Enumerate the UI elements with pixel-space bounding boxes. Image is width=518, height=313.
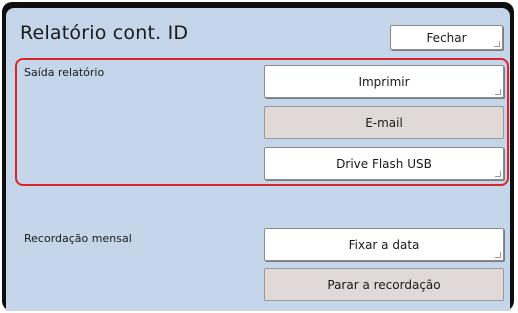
monthly-recording-label: Recordação mensal bbox=[24, 232, 132, 245]
set-date-button-label: Fixar a data bbox=[348, 237, 420, 252]
set-date-button[interactable]: Fixar a data bbox=[264, 228, 504, 261]
usb-flash-drive-button-label: Drive Flash USB bbox=[336, 156, 432, 171]
corner-grip-icon bbox=[495, 89, 501, 95]
report-output-label: Saída relatório bbox=[24, 66, 105, 79]
usb-flash-drive-button[interactable]: Drive Flash USB bbox=[264, 147, 504, 180]
email-button-label: E-mail bbox=[365, 115, 403, 130]
stop-recording-button[interactable]: Parar a recordação bbox=[264, 268, 504, 301]
corner-grip-icon bbox=[494, 41, 500, 47]
close-button[interactable]: Fechar bbox=[390, 25, 503, 50]
corner-grip-icon bbox=[495, 171, 501, 177]
close-button-label: Fechar bbox=[426, 30, 467, 45]
stop-recording-button-label: Parar a recordação bbox=[327, 277, 441, 292]
corner-grip-icon bbox=[495, 252, 501, 258]
page-title: Relatório cont. ID bbox=[20, 22, 189, 44]
email-button[interactable]: E-mail bbox=[264, 106, 504, 139]
print-button-label: Imprimir bbox=[358, 74, 410, 89]
print-button[interactable]: Imprimir bbox=[264, 65, 504, 98]
